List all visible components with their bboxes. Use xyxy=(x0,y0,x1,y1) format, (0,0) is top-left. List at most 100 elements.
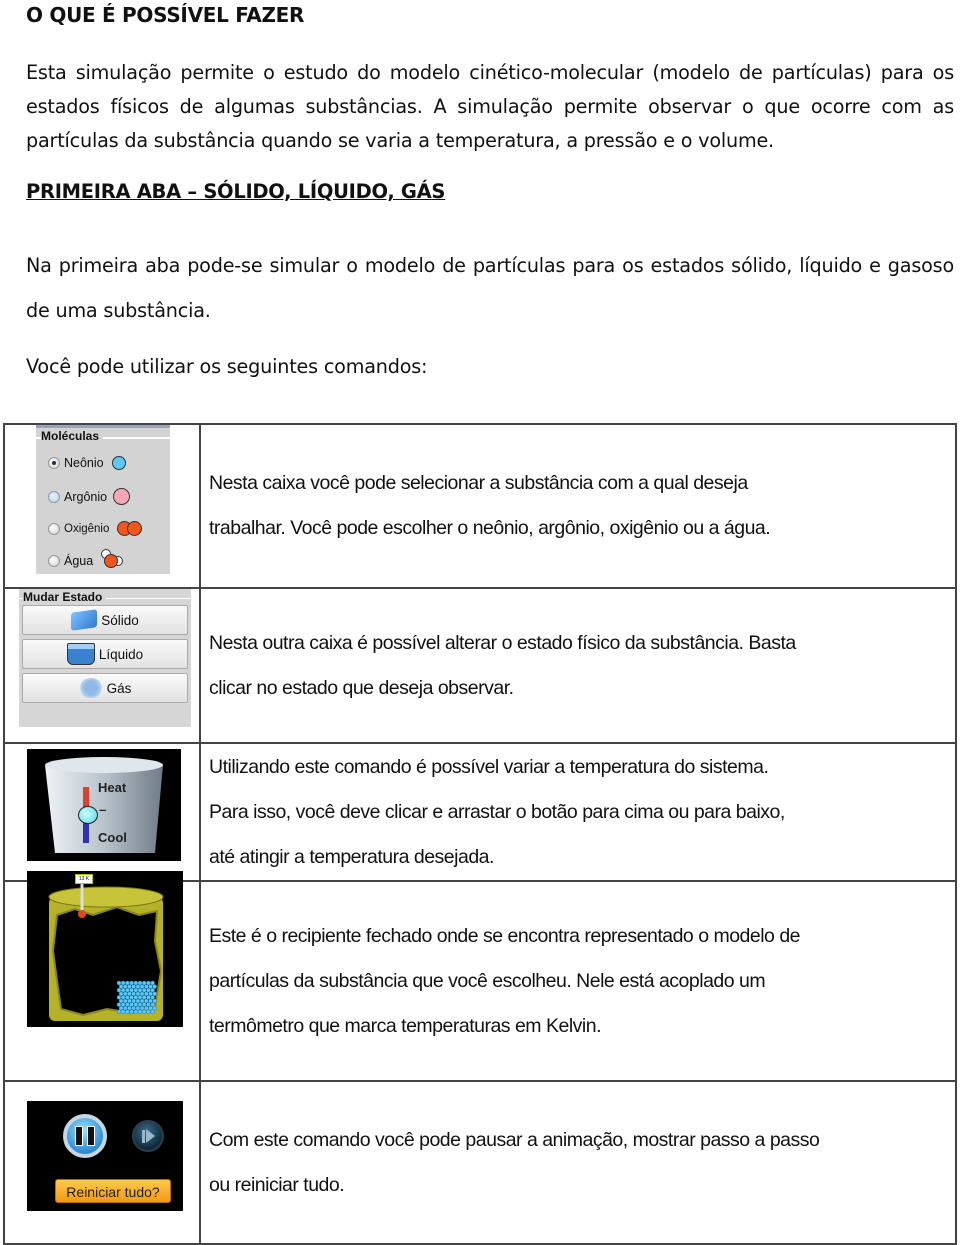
radio-icon[interactable] xyxy=(48,555,60,567)
particle xyxy=(120,994,126,1000)
particle xyxy=(129,1009,134,1014)
radio-icon[interactable] xyxy=(48,490,60,503)
description-line: Nesta outra caixa é possível alterar o e… xyxy=(209,631,796,654)
ice-cube-icon xyxy=(71,609,98,631)
radio-icon[interactable] xyxy=(48,522,60,535)
slider-dash: – xyxy=(99,802,107,817)
pause-button[interactable] xyxy=(63,1114,107,1158)
commands-table: Moléculas Neônio Argônio Oxigênio Água N… xyxy=(3,423,957,1245)
particle xyxy=(129,994,134,1000)
particle xyxy=(123,998,128,1003)
button-label: Sólido xyxy=(101,612,139,628)
particle xyxy=(148,998,153,1003)
particle xyxy=(127,991,132,996)
particle xyxy=(116,987,122,992)
subsection-heading: PRIMEIRA ABA – SÓLIDO, LÍQUIDO, GÁS xyxy=(26,180,446,203)
particle xyxy=(120,1009,126,1014)
particle xyxy=(133,1009,139,1014)
particle xyxy=(137,980,143,985)
particle xyxy=(141,1001,147,1007)
particle xyxy=(120,987,126,992)
particle xyxy=(139,991,145,996)
particle xyxy=(150,987,155,992)
option-label: Oxigênio xyxy=(64,522,110,535)
particle xyxy=(150,1001,155,1007)
molecule-option-oxygen[interactable]: Oxigênio xyxy=(48,521,145,536)
particle xyxy=(144,991,149,996)
state-panel-image: Mudar Estado Sólido Líquido Gás xyxy=(3,587,201,744)
description-cell: Com este comando você pode pausar a anim… xyxy=(199,1080,957,1245)
particle xyxy=(135,991,141,996)
playback-controls-image: Reiniciar tudo? xyxy=(3,1080,201,1245)
button-label: Líquido xyxy=(98,646,144,662)
commands-intro: Você pode utilizar os seguintes comandos… xyxy=(26,355,428,378)
particle xyxy=(135,998,141,1003)
pause-icon xyxy=(75,1126,83,1146)
particle xyxy=(141,994,147,1000)
description-line: partículas da substância que você escolh… xyxy=(209,969,766,992)
table-row: 13 K Este é o recipiente fechado onde se… xyxy=(3,870,957,1082)
reset-all-button[interactable]: Reiniciar tudo? xyxy=(55,1179,171,1203)
heat-control-image: Heat – Cool xyxy=(3,742,201,882)
particle xyxy=(116,980,122,985)
particle xyxy=(118,983,124,989)
particle xyxy=(146,1001,151,1007)
description-line: trabalhar. Você pode escolher o neônio, … xyxy=(209,517,771,539)
particle xyxy=(127,983,132,989)
particle xyxy=(135,983,141,989)
table-row: Moléculas Neônio Argônio Oxigênio Água N… xyxy=(3,423,957,589)
particle xyxy=(144,1005,149,1010)
particle xyxy=(137,1001,143,1007)
particle xyxy=(148,983,153,989)
particle xyxy=(139,983,145,989)
particle xyxy=(148,1005,153,1010)
description-line: clicar no estado que deseja observar. xyxy=(209,676,514,699)
solid-button[interactable]: Sólido xyxy=(22,605,188,635)
option-label: Água xyxy=(64,554,94,568)
description-cell: Nesta caixa você pode selecionar a subst… xyxy=(199,423,957,589)
cool-label: Cool xyxy=(98,830,127,845)
particle xyxy=(123,991,128,996)
heat-control: Heat – Cool xyxy=(27,749,181,861)
description-line: Com este comando você pode pausar a anim… xyxy=(209,1128,820,1151)
particle xyxy=(150,1009,155,1014)
button-label: Gás xyxy=(106,680,132,696)
particle xyxy=(123,983,128,989)
particle xyxy=(127,1005,132,1010)
radio-selected-icon[interactable] xyxy=(48,457,60,469)
particle xyxy=(131,983,136,989)
liquid-button[interactable]: Líquido xyxy=(22,639,188,669)
description-cell: Este é o recipiente fechado onde se enco… xyxy=(199,880,957,1082)
temperature-slider-knob[interactable] xyxy=(78,806,98,824)
particle xyxy=(146,1009,151,1014)
particle xyxy=(133,987,139,992)
particle xyxy=(116,994,122,1000)
step-forward-button[interactable] xyxy=(132,1120,164,1152)
table-row: Reiniciar tudo? Com este comando você po… xyxy=(3,1080,957,1245)
playback-controls: Reiniciar tudo? xyxy=(27,1101,183,1211)
argon-atom-icon xyxy=(113,488,131,505)
intro-paragraph: Esta simulação permite o estudo do model… xyxy=(26,61,954,152)
description-cell: Nesta outra caixa é possível alterar o e… xyxy=(199,587,957,744)
option-label: Argônio xyxy=(64,489,108,504)
particle xyxy=(139,1005,145,1010)
particle xyxy=(125,980,130,985)
table-row: Heat – Cool Utilizando este comando é po… xyxy=(3,742,957,882)
particle xyxy=(129,1001,134,1007)
particle xyxy=(135,1005,141,1010)
molecule-option-water[interactable]: Água xyxy=(48,549,125,570)
gas-button[interactable]: Gás xyxy=(22,673,188,703)
particle xyxy=(131,1005,136,1010)
particle xyxy=(150,980,155,985)
particle xyxy=(141,987,147,992)
gas-cloud-icon xyxy=(78,678,103,698)
table-row: Mudar Estado Sólido Líquido Gás Nesta ou… xyxy=(3,587,957,744)
particle xyxy=(133,994,139,1000)
particle xyxy=(133,1001,139,1007)
molecule-option-argon[interactable]: Argônio xyxy=(48,488,131,505)
particle xyxy=(137,1009,143,1014)
water-molecule-icon xyxy=(101,549,125,570)
molecules-panel-title: Moléculas xyxy=(41,429,104,443)
molecule-option-neon[interactable]: Neônio xyxy=(48,456,126,470)
particle xyxy=(139,998,145,1003)
